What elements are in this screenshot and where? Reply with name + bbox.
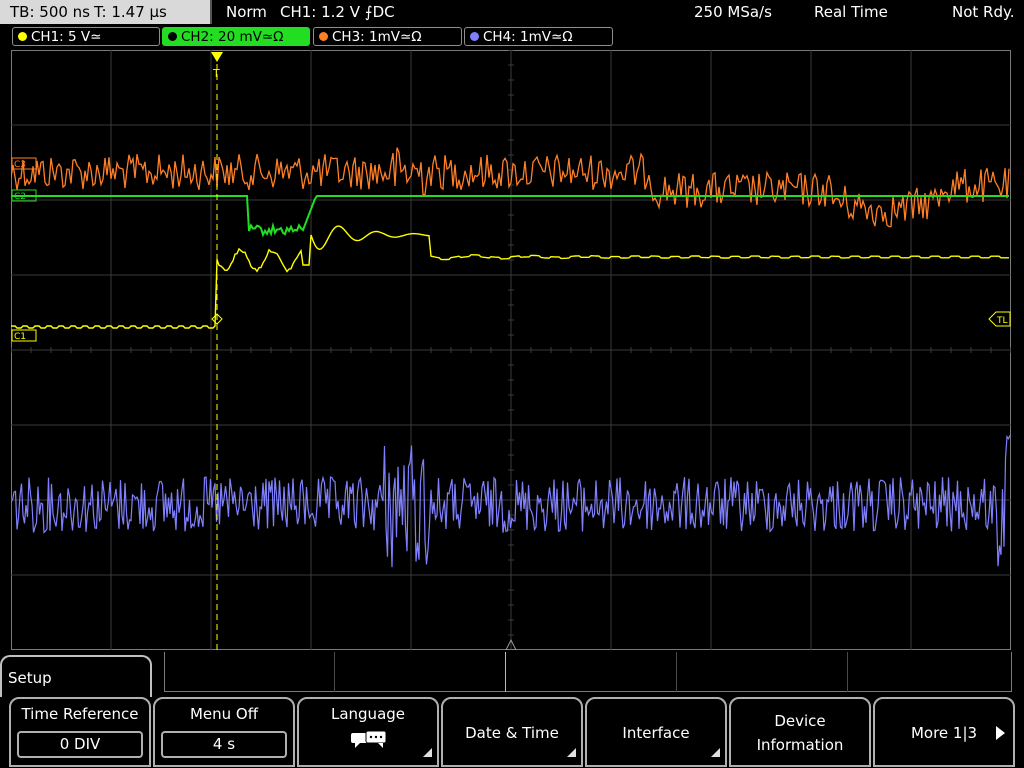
- more-label: More 1|3: [910, 724, 978, 742]
- ch2-color-dot: [168, 32, 177, 41]
- sample-rate: 250 MSa/s: [694, 3, 772, 21]
- ch2-marker-label: C2: [14, 192, 26, 202]
- timebase-box[interactable]: TB: 500 ns T: 1.47 µs: [0, 0, 212, 24]
- trigger-position-label: T: [212, 67, 220, 80]
- trigger-source[interactable]: CH1: 1.2 V ⨍DC: [280, 3, 395, 21]
- date-time-label: Date & Time: [465, 724, 559, 742]
- ch1-marker-label: C1: [14, 332, 26, 342]
- next-page-arrow-icon: [996, 726, 1005, 740]
- trigger-time-value: T: 1.47 µs: [94, 3, 167, 21]
- channel-tab-ch3[interactable]: CH3: 1mV≃Ω: [313, 27, 462, 46]
- ch3-marker-label: C3: [14, 160, 26, 170]
- submenu-corner-icon: [567, 748, 576, 757]
- ch3-label: CH3: 1mV≃Ω: [332, 29, 422, 45]
- submenu-corner-icon: [711, 748, 720, 757]
- ch1-level-marker: C1: [11, 329, 37, 342]
- channel-tab-ch1[interactable]: CH1: 5 V≃: [12, 27, 160, 46]
- status-bar: TB: 500 ns T: 1.47 µs Norm CH1: 1.2 V ⨍D…: [0, 0, 1024, 24]
- ch4-label: CH4: 1mV≃Ω: [483, 29, 573, 45]
- date-time-softkey[interactable]: Date & Time: [441, 697, 583, 767]
- device-information-softkey[interactable]: Device Information: [729, 697, 871, 767]
- zoom-strip: [164, 652, 1012, 692]
- ch2-label: CH2: 20 mV≃Ω: [181, 29, 284, 45]
- ch1-label: CH1: 5 V≃: [31, 29, 102, 45]
- menu-off-value: 4 s: [161, 731, 287, 758]
- zoom-strip-center: [505, 652, 506, 692]
- zoom-strip-divider: [847, 652, 848, 692]
- channel-tab-ch4[interactable]: CH4: 1mV≃Ω: [464, 27, 613, 46]
- graticule-grid: [11, 50, 1011, 650]
- time-reference-value: 0 DIV: [17, 731, 143, 758]
- channel-tab-ch2[interactable]: CH2: 20 mV≃Ω: [162, 27, 310, 46]
- acquisition-state: Not Rdy.: [952, 3, 1015, 21]
- acquisition-mode: Real Time: [814, 3, 888, 21]
- ch4-color-dot: [470, 32, 479, 41]
- time-reference-label: Time Reference: [21, 705, 139, 723]
- menu-title: Setup: [8, 669, 52, 687]
- language-label: Language: [330, 705, 406, 723]
- trigger-level-label: TL: [996, 316, 1008, 326]
- time-reference-softkey[interactable]: Time Reference 0 DIV: [9, 697, 151, 767]
- device-information-label-line1: Device: [774, 712, 826, 730]
- trigger-mode[interactable]: Norm: [226, 3, 267, 21]
- menu-off-softkey[interactable]: Menu Off 4 s: [153, 697, 295, 767]
- more-softkey[interactable]: More 1|3: [873, 697, 1015, 767]
- ch3-color-dot: [319, 32, 328, 41]
- ch1-color-dot: [18, 32, 27, 41]
- menu-off-label: Menu Off: [189, 705, 259, 723]
- waveform-canvas: T C3 C2 C1 TL: [11, 50, 1011, 650]
- trigger-position-marker: [211, 52, 223, 62]
- submenu-corner-icon: [423, 748, 432, 757]
- speech-bubble-icon: [351, 730, 387, 748]
- interface-label: Interface: [622, 724, 690, 742]
- timebase-value: TB: 500 ns: [10, 3, 90, 21]
- device-information-label-line2: Information: [756, 736, 844, 754]
- language-softkey[interactable]: Language: [297, 697, 439, 767]
- zoom-strip-divider: [676, 652, 677, 692]
- interface-softkey[interactable]: Interface: [585, 697, 727, 767]
- ch1-waveform: [11, 225, 1009, 329]
- zoom-strip-divider: [334, 652, 335, 692]
- trigger-level-marker: TL: [988, 311, 1011, 327]
